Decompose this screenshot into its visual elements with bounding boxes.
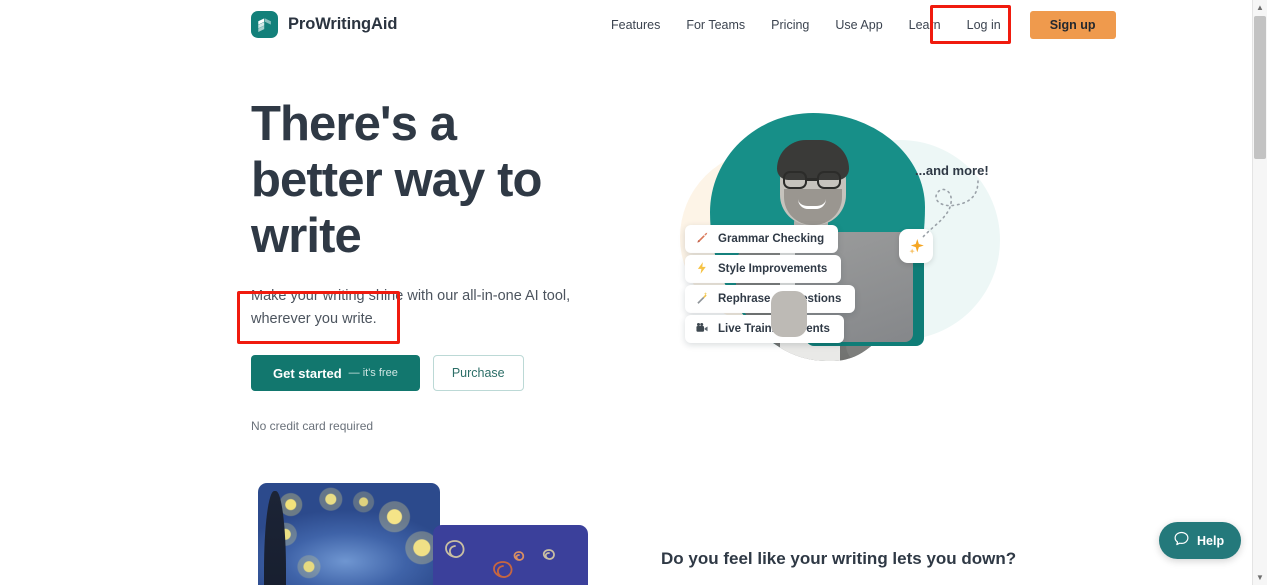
sign-up-button[interactable]: Sign up bbox=[1029, 11, 1116, 39]
lower-section-heading: Do you feel like your writing lets you d… bbox=[661, 549, 1017, 568]
nav-link-features[interactable]: Features bbox=[598, 18, 673, 32]
help-label: Help bbox=[1197, 533, 1225, 548]
hero-subtitle: Make your writing shine with our all-in-… bbox=[251, 288, 571, 327]
feature-card-label: Grammar Checking bbox=[718, 233, 825, 245]
nav-link-log-in[interactable]: Log in bbox=[954, 18, 1014, 32]
brand-logo-link[interactable]: ProWritingAid bbox=[251, 11, 397, 38]
feature-card-grammar-checking: Grammar Checking bbox=[685, 225, 839, 253]
dotted-arrow-icon bbox=[922, 180, 979, 238]
sign-up-button-wrapper: Sign up bbox=[1029, 11, 1116, 39]
speech-bubble-icon bbox=[1173, 530, 1190, 552]
scrollbar-thumb[interactable] bbox=[1254, 16, 1266, 159]
feature-card-label: Style Improvements bbox=[718, 263, 828, 275]
cypress-tree bbox=[264, 491, 286, 585]
page-title: There's a better way to write bbox=[251, 97, 542, 263]
no-credit-card-note: No credit card required bbox=[251, 419, 374, 433]
scroll-up-arrow-icon[interactable]: ▲ bbox=[1253, 0, 1267, 15]
page-root: ProWritingAid Features For Teams Pricing… bbox=[0, 0, 1267, 585]
video-camera-icon bbox=[695, 321, 709, 337]
lightning-bolt-icon bbox=[695, 261, 709, 277]
help-widget-button[interactable]: Help bbox=[1159, 522, 1242, 559]
hero-copy-block: There's a better way to write Make your … bbox=[251, 96, 591, 433]
main-navigation: Features For Teams Pricing Use App Learn… bbox=[598, 0, 1116, 50]
feature-card-style-improvements: Style Improvements bbox=[685, 255, 842, 283]
hero-cta-row: Get started — it's free Purchase bbox=[251, 355, 591, 391]
nav-link-learn[interactable]: Learn bbox=[896, 18, 954, 32]
blue-doodles-card bbox=[433, 525, 588, 585]
purchase-button[interactable]: Purchase bbox=[432, 355, 524, 391]
magic-wand-icon bbox=[695, 291, 709, 307]
nav-link-use-app[interactable]: Use App bbox=[822, 18, 895, 32]
get-started-label: Get started bbox=[273, 365, 342, 381]
scroll-down-arrow-icon[interactable]: ▼ bbox=[1253, 570, 1267, 585]
nav-link-for-teams[interactable]: For Teams bbox=[673, 18, 758, 32]
hero-illustration: ...and more! Grammar Checking Style Impr… bbox=[640, 95, 1040, 385]
brand-name: ProWritingAid bbox=[288, 15, 398, 33]
feature-card-live-training-events: Live Training Events bbox=[685, 315, 844, 343]
browser-viewport: ProWritingAid Features For Teams Pricing… bbox=[0, 0, 1252, 585]
get-started-note: — it's free bbox=[348, 367, 398, 379]
starry-night-painting bbox=[258, 483, 440, 585]
get-started-button[interactable]: Get started — it's free bbox=[251, 355, 420, 391]
book-pages-icon bbox=[251, 11, 278, 38]
site-header: ProWritingAid Features For Teams Pricing… bbox=[0, 0, 1252, 50]
and-more-label: ...and more! bbox=[915, 163, 989, 178]
nav-link-pricing[interactable]: Pricing bbox=[758, 18, 822, 32]
vertical-scrollbar[interactable]: ▲ ▼ bbox=[1252, 0, 1267, 585]
rocket-icon bbox=[695, 231, 709, 247]
